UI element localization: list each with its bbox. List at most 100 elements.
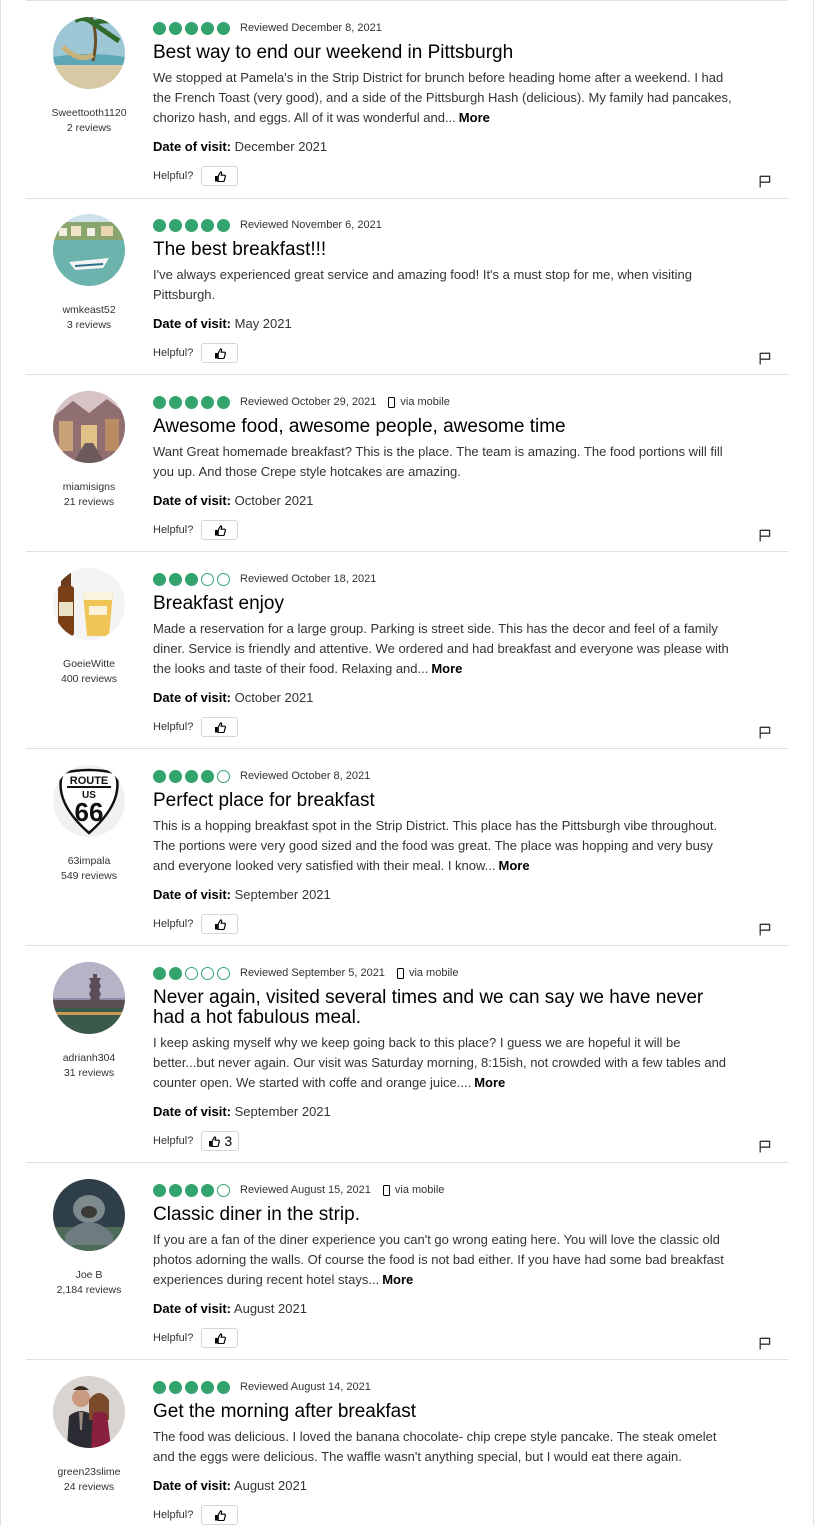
review-title[interactable]: Perfect place for breakfast	[153, 791, 733, 811]
rating-bubble	[201, 21, 214, 35]
helpful-vote-button[interactable]	[201, 1328, 239, 1348]
flag-icon[interactable]	[759, 1140, 771, 1153]
helpful-vote-button[interactable]: 3	[201, 1131, 240, 1151]
flag-icon[interactable]	[759, 923, 771, 936]
review-meta: Reviewed December 8, 2021	[153, 19, 733, 37]
rating-bubble	[201, 966, 214, 980]
read-more-link[interactable]: More	[474, 1075, 505, 1090]
review-text: Want Great homemade breakfast? This is t…	[153, 442, 733, 482]
rating-bubbles	[153, 769, 230, 783]
reviewer-profile[interactable]: green23slime 24 reviews	[44, 1376, 134, 1495]
mobile-phone-icon	[382, 1184, 390, 1196]
helpful-label: Helpful?	[153, 170, 194, 182]
review-title[interactable]: Awesome food, awesome people, awesome ti…	[153, 417, 733, 437]
reviewer-name[interactable]: adrianh304	[44, 1051, 134, 1066]
rating-bubble	[185, 1380, 198, 1394]
reviewer-name[interactable]: 63impala	[44, 854, 134, 869]
flag-icon[interactable]	[759, 1337, 771, 1350]
rating-bubble	[169, 966, 182, 980]
helpful-vote-button[interactable]	[201, 520, 239, 540]
reviewer-review-count: 2 reviews	[66, 122, 112, 134]
rating-bubbles	[153, 395, 230, 409]
helpful-vote-button[interactable]	[201, 717, 239, 737]
helpful-vote-button[interactable]	[201, 343, 239, 363]
rating-bubble	[217, 395, 230, 409]
rating-bubble	[217, 1183, 230, 1197]
rating-bubble	[185, 1183, 198, 1197]
reviewer-profile[interactable]: wmkeast52 3 reviews	[44, 214, 134, 333]
thumbs-up-icon	[208, 1135, 221, 1147]
review-date: Reviewed September 5, 2021	[240, 967, 385, 979]
rating-bubble	[169, 1183, 182, 1197]
pagoda-skyline-icon[interactable]	[53, 962, 125, 1034]
reviewer-profile[interactable]: miamisigns 21 reviews	[44, 391, 134, 510]
reviewer-profile[interactable]: Joe B 2,184 reviews	[44, 1179, 134, 1298]
gorilla-icon[interactable]	[53, 1179, 125, 1251]
beer-glass-icon[interactable]	[53, 568, 125, 640]
date-of-visit-value: May 2021	[234, 316, 292, 331]
helpful-label: Helpful?	[153, 721, 194, 733]
review-text: I keep asking myself why we keep going b…	[153, 1033, 733, 1093]
reviewer-name[interactable]: Sweettooth1120	[44, 106, 134, 121]
flag-icon[interactable]	[759, 726, 771, 739]
thumbs-up-icon	[214, 721, 226, 733]
read-more-link[interactable]: More	[499, 858, 530, 873]
review-title[interactable]: Breakfast enjoy	[153, 594, 733, 614]
helpful-row: Helpful?	[153, 914, 733, 934]
reviewer-profile[interactable]: adrianh304 31 reviews	[44, 962, 134, 1081]
reviewer-profile[interactable]: ROUTE US 66 63impala 549 reviews	[44, 765, 134, 884]
reviewer-name[interactable]: miamisigns	[44, 480, 134, 495]
reviewer-review-count: 2,184 reviews	[56, 1284, 122, 1296]
rating-bubble	[153, 1183, 166, 1197]
review-title[interactable]: Best way to end our weekend in Pittsburg…	[153, 43, 733, 63]
helpful-vote-button[interactable]	[201, 166, 239, 186]
reviewer-name[interactable]: Joe B	[44, 1268, 134, 1283]
read-more-link[interactable]: More	[382, 1272, 413, 1287]
reviewer-name[interactable]: GoeieWitte	[44, 657, 134, 672]
rating-bubble	[169, 769, 182, 783]
reviewer-review-count: 24 reviews	[63, 1481, 115, 1493]
rating-bubble	[185, 572, 198, 586]
rating-bubble	[217, 966, 230, 980]
flag-icon[interactable]	[759, 175, 771, 188]
boat-harbor-icon[interactable]	[53, 214, 125, 286]
review-content: Reviewed October 8, 2021 Perfect place fo…	[153, 767, 733, 934]
reviewer-profile[interactable]: GoeieWitte 400 reviews	[44, 568, 134, 687]
helpful-vote-button[interactable]	[201, 1505, 239, 1525]
helpful-label: Helpful?	[153, 1135, 194, 1147]
flag-icon[interactable]	[759, 529, 771, 542]
reviewer-profile[interactable]: Sweettooth1120 2 reviews	[44, 17, 134, 136]
date-of-visit: Date of visit: August 2021	[153, 1299, 733, 1319]
rating-bubbles	[153, 572, 230, 586]
sign-number-text: 66	[75, 797, 104, 827]
thumbs-up-icon	[214, 347, 226, 359]
town-street-icon[interactable]	[53, 391, 125, 463]
hammock-beach-icon[interactable]	[53, 17, 125, 89]
read-more-link[interactable]: More	[431, 661, 462, 676]
couple-photo-icon[interactable]	[53, 1376, 125, 1448]
review-title[interactable]: Get the morning after breakfast	[153, 1402, 733, 1422]
date-of-visit-label: Date of visit:	[153, 139, 232, 154]
helpful-row: Helpful?	[153, 1505, 733, 1525]
rating-bubble	[201, 1380, 214, 1394]
read-more-link[interactable]: More	[459, 110, 490, 125]
reviewer-name[interactable]: green23slime	[44, 1465, 134, 1480]
date-of-visit-value: September 2021	[234, 1104, 331, 1119]
route-66-sign-icon[interactable]: ROUTE US 66	[53, 765, 125, 837]
review-content: Reviewed December 8, 2021 Best way to end…	[153, 19, 733, 186]
review-title[interactable]: Classic diner in the strip.	[153, 1205, 733, 1225]
via-mobile-label: via mobile	[394, 1184, 445, 1196]
review-meta: Reviewed August 14, 2021	[153, 1378, 733, 1396]
rating-bubble	[201, 395, 214, 409]
reviewer-review-count: 31 reviews	[63, 1067, 115, 1079]
review-card: green23slime 24 reviews Reviewed August 14…	[26, 1360, 789, 1526]
review-content: Reviewed August 14, 2021 Get the morning …	[153, 1378, 733, 1525]
rating-bubble	[217, 1380, 230, 1394]
review-title[interactable]: The best breakfast!!!	[153, 240, 733, 260]
date-of-visit: Date of visit: December 2021	[153, 137, 733, 157]
review-body: I keep asking myself why we keep going b…	[153, 1035, 727, 1090]
flag-icon[interactable]	[759, 352, 771, 365]
review-title[interactable]: Never again, visited several times and w…	[153, 988, 733, 1028]
helpful-vote-button[interactable]	[201, 914, 239, 934]
reviewer-name[interactable]: wmkeast52	[44, 303, 134, 318]
